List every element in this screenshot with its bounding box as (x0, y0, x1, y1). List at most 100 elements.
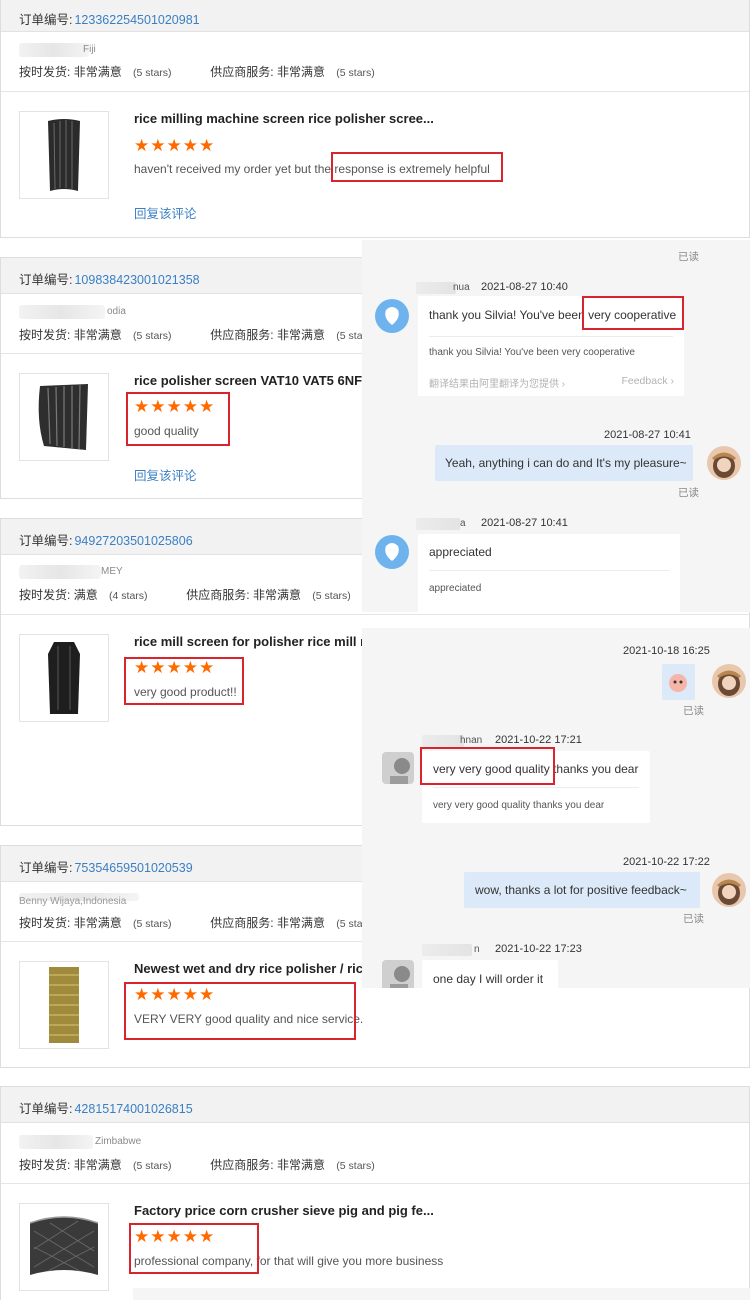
rice-mill-screen-image (48, 642, 80, 714)
rating-row: 按时发货: 满意 (4 stars) 供应商服务: 非常满意 (5 stars) (19, 586, 351, 603)
order-number-row: 订单编号: 109838423001021358 (19, 269, 200, 288)
buyer-name-blurred (19, 305, 105, 319)
ontime-rating: 非常满意 (73, 65, 122, 79)
ontime-label: 按时发货: (19, 588, 71, 602)
buyer-info: odia (19, 305, 139, 319)
ontime-stars: (5 stars) (133, 918, 172, 930)
order-number-row: 订单编号: 123362254501020981 (19, 9, 200, 28)
polisher-screen-image (38, 384, 88, 450)
message-time: 2021-08-27 10:41 (604, 429, 691, 441)
product-thumbnail[interactable] (19, 373, 109, 461)
product-thumbnail[interactable] (19, 1203, 109, 1291)
read-status: 已读 (683, 913, 704, 925)
sticker-icon (669, 674, 687, 692)
supplier-label: 供应商服务: (210, 328, 274, 342)
message-text-prefix: thank you Silvia! You've been (429, 308, 589, 322)
product-title[interactable]: Newest wet and dry rice polisher / ric (134, 961, 363, 976)
product-title[interactable]: Factory price corn crusher sieve pig and… (134, 1203, 434, 1218)
supplier-stars: (5 stars) (336, 1160, 375, 1172)
buyer-avatar (375, 535, 409, 569)
reply-review-link[interactable]: 回复该评论 (134, 203, 197, 222)
order-number-row: 订单编号: 75354659501020539 (19, 857, 193, 876)
buyer-country: Fiji (83, 44, 96, 55)
order-number-label: 订单编号: (19, 1102, 73, 1116)
translation-credit[interactable]: 翻译结果由阿里翻译为您提供 › (429, 375, 565, 390)
rating-row: 按时发货: 非常满意 (5 stars) 供应商服务: 非常满意 (5 star… (19, 1156, 375, 1173)
buyer-name-blurred (19, 43, 89, 57)
product-thumbnail[interactable] (19, 634, 109, 722)
read-status: 已读 (678, 251, 699, 263)
translated-text: thank you Silvia! You've been very coope… (429, 347, 635, 358)
order-number-label: 订单编号: (19, 861, 73, 875)
ontime-label: 按时发货: (19, 65, 71, 79)
order-number-link[interactable]: 109838423001021358 (74, 273, 199, 287)
order-number-link[interactable]: 94927203501025806 (74, 534, 192, 548)
supplier-label: 供应商服务: (210, 1158, 274, 1172)
review-text-suffix: for that will give you more business (253, 1254, 444, 1268)
ontime-label: 按时发货: (19, 1158, 71, 1172)
rating-row: 按时发货: 非常满意 (5 stars) 供应商服务: 非常满意 (5 star… (19, 63, 375, 80)
reply-review-link[interactable]: 回复该评论 (134, 465, 197, 484)
supplier-label: 供应商服务: (210, 916, 274, 930)
seller-message-bubble: Yeah, anything i can do and It's my plea… (435, 445, 693, 481)
highlight-box (124, 982, 356, 1040)
order-number-link[interactable]: 75354659501020539 (74, 861, 192, 875)
order-number-label: 订单编号: (19, 13, 73, 27)
message-time: 2021-10-22 17:23 (495, 943, 582, 955)
feedback-link[interactable]: Feedback › (621, 375, 674, 387)
chat-screenshot-1: 已读 nua 2021-08-27 10:40 thank you Silvia… (362, 240, 750, 612)
product-thumbnail[interactable] (19, 961, 109, 1049)
review-card-5: 订单编号: 42815174001026815 Zimbabwe 按时发货: 非常… (0, 1086, 750, 1300)
seller-message-bubble: wow, thanks a lot for positive feedback~ (464, 872, 700, 908)
order-number-link[interactable]: 42815174001026815 (74, 1102, 192, 1116)
translation-divider (433, 787, 639, 788)
ontime-stars: (4 stars) (109, 590, 148, 602)
reply-area-strip (133, 1288, 750, 1300)
product-title[interactable]: rice mill screen for polisher rice mill … (134, 634, 365, 649)
divider (1, 1183, 749, 1184)
buyer-name-tail: n (474, 944, 480, 955)
perforated-screen-image (49, 967, 79, 1043)
message-time: 2021-08-27 10:40 (481, 281, 568, 293)
review-text-prefix: haven't received my order yet but the (134, 162, 335, 176)
buyer-name-blurred (416, 518, 460, 530)
supplier-label: 供应商服务: (210, 65, 274, 79)
supplier-rating: 非常满意 (276, 1158, 325, 1172)
order-header: 订单编号: 42815174001026815 (1, 1087, 749, 1123)
buyer-message-bubble: appreciated appreciated (418, 534, 680, 612)
ontime-label: 按时发货: (19, 916, 71, 930)
product-thumbnail[interactable] (19, 111, 109, 199)
ontime-stars: (5 stars) (133, 330, 172, 342)
order-number-link[interactable]: 123362254501020981 (74, 13, 199, 27)
supplier-rating: 非常满意 (276, 65, 325, 79)
ontime-stars: (5 stars) (133, 67, 172, 79)
translated-text: appreciated (429, 583, 482, 594)
ontime-rating: 满意 (73, 588, 98, 602)
rating-row: 按时发货: 非常满意 (5 stars) 供应商服务: 非常满意 (5 star (19, 914, 366, 931)
ontime-rating: 非常满意 (73, 1158, 122, 1172)
message-text: one day I will order it (433, 972, 544, 986)
message-time: 2021-10-22 17:21 (495, 734, 582, 746)
buyer-avatar (382, 752, 414, 784)
supplier-stars: (5 stars) (312, 590, 351, 602)
ontime-label: 按时发货: (19, 328, 71, 342)
translation-divider (429, 570, 669, 571)
rating-row: 按时发货: 非常满意 (5 stars) 供应商服务: 非常满意 (5 star (19, 326, 366, 343)
ontime-rating: 非常满意 (73, 916, 122, 930)
highlight-box (420, 747, 555, 785)
product-title[interactable]: rice polisher screen VAT10 VAT5 6NF (134, 373, 362, 388)
buyer-country: odia (107, 306, 126, 317)
product-title[interactable]: rice milling machine screen rice polishe… (134, 111, 434, 126)
order-number-row: 订单编号: 94927203501025806 (19, 530, 193, 549)
ontime-stars: (5 stars) (133, 1160, 172, 1172)
message-time: 2021-10-18 16:25 (623, 645, 710, 657)
buyer-name-tail: hnan (460, 735, 483, 746)
highlight-box (331, 152, 503, 182)
translated-text: very very good quality thanks you dear (433, 800, 605, 811)
seller-avatar (712, 664, 746, 698)
buyer-country: MEY (101, 566, 123, 577)
order-number-label: 订单编号: (19, 273, 73, 287)
buyer-name-tail: a (460, 518, 466, 529)
chat-screenshot-2: 2021-10-18 16:25 已读 hnan 2021-10-22 17:2… (362, 628, 750, 988)
buyer-name-blurred (422, 735, 464, 747)
